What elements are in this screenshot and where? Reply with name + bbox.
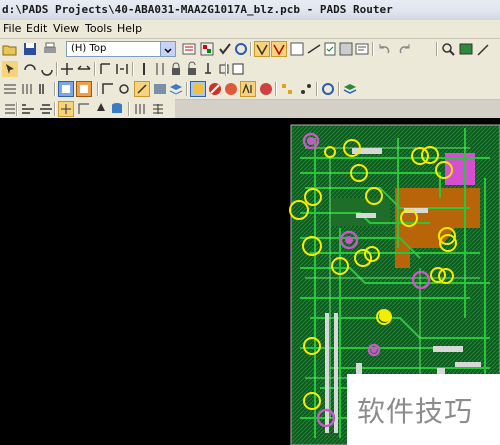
select-icon[interactable]: [2, 61, 18, 77]
interactive-route-icon[interactable]: [271, 41, 287, 57]
layer-pair-icon[interactable]: [181, 41, 197, 57]
display-colors-icon[interactable]: [199, 41, 215, 57]
glue-icon[interactable]: [136, 61, 152, 77]
stretch-icon[interactable]: [76, 61, 92, 77]
watermark: 软件技巧: [347, 374, 500, 445]
lock-icon[interactable]: [168, 61, 184, 77]
print-icon[interactable]: [42, 41, 58, 57]
sketch-route-icon[interactable]: [306, 41, 322, 57]
window-title: d:\PADS Projects\40-ABA031-MAA2G1017A_bl…: [2, 3, 393, 16]
pad-icon[interactable]: [279, 81, 295, 97]
unlock-icon[interactable]: [184, 61, 200, 77]
title-bar[interactable]: d:\PADS Projects\40-ABA031-MAA2G1017A_bl…: [0, 0, 500, 21]
report-icon[interactable]: [132, 101, 148, 117]
grid-select-icon[interactable]: [338, 41, 354, 57]
document-check-icon[interactable]: [322, 41, 338, 57]
route-icon[interactable]: [254, 41, 270, 57]
jumper-icon[interactable]: [298, 81, 314, 97]
flip-icon[interactable]: [39, 61, 55, 77]
save-icon[interactable]: [22, 41, 38, 57]
design-toolbar: [0, 99, 175, 120]
edit-toolbar: [0, 59, 500, 80]
smooth-icon[interactable]: [58, 101, 74, 117]
autoroute-icon[interactable]: [289, 41, 305, 57]
bus-icon[interactable]: [19, 81, 35, 97]
via-icon[interactable]: [116, 81, 132, 97]
tune-icon[interactable]: [76, 81, 92, 97]
menu-view[interactable]: View: [53, 22, 79, 35]
zoom-icon[interactable]: [440, 41, 456, 57]
board-icon[interactable]: [458, 41, 474, 57]
diff-pair-icon[interactable]: [36, 81, 52, 97]
zoom-in-icon[interactable]: [476, 41, 492, 57]
menu-edit[interactable]: Edit: [26, 22, 47, 35]
layer-select-value: (H) Top: [71, 43, 107, 54]
properties-icon[interactable]: [354, 41, 370, 57]
component-icon[interactable]: [230, 61, 246, 77]
drc-icon[interactable]: [190, 81, 206, 97]
add-route-icon[interactable]: [100, 81, 116, 97]
check-icon[interactable]: [217, 41, 233, 57]
open-icon[interactable]: [2, 41, 18, 57]
menu-file[interactable]: File: [3, 22, 21, 35]
rotate-icon[interactable]: [22, 61, 38, 77]
cylinder-icon[interactable]: [109, 101, 125, 117]
layers-icon[interactable]: [168, 81, 184, 97]
undo-icon[interactable]: [376, 41, 392, 57]
menu-bar: File Edit View Tools Help: [0, 20, 500, 39]
plane-icon[interactable]: [152, 81, 168, 97]
ab-text-icon[interactable]: [240, 81, 256, 97]
net-icon[interactable]: [2, 81, 18, 97]
route-toolbar: [0, 79, 500, 100]
teardrop-icon[interactable]: [93, 101, 109, 117]
menu-help[interactable]: Help: [117, 22, 142, 35]
cycle-icon[interactable]: [320, 81, 336, 97]
table-icon[interactable]: [150, 101, 166, 117]
move-icon[interactable]: [59, 61, 75, 77]
align-icon[interactable]: [98, 61, 114, 77]
distribute-icon[interactable]: [114, 61, 130, 77]
length-icon[interactable]: [58, 81, 74, 97]
layer-stack-icon[interactable]: [342, 81, 358, 97]
center-icon[interactable]: [38, 101, 54, 117]
menu-tools[interactable]: Tools: [85, 22, 112, 35]
sketch-icon[interactable]: [134, 81, 150, 97]
miter-icon[interactable]: [76, 101, 92, 117]
selected-via: [379, 310, 391, 322]
pin-icon[interactable]: [200, 61, 216, 77]
block-icon[interactable]: [223, 81, 239, 97]
standard-toolbar: (H) Top: [0, 39, 500, 60]
redo-icon[interactable]: [397, 41, 413, 57]
unglue-icon[interactable]: [152, 61, 168, 77]
spread-icon[interactable]: [20, 101, 36, 117]
no-drc-icon[interactable]: [207, 81, 223, 97]
chevron-down-icon[interactable]: [160, 42, 175, 56]
watermark-text: 软件技巧: [357, 395, 474, 428]
layer-select[interactable]: (H) Top: [66, 41, 176, 57]
hatch-icon[interactable]: [258, 81, 274, 97]
refresh-icon[interactable]: [233, 41, 249, 57]
